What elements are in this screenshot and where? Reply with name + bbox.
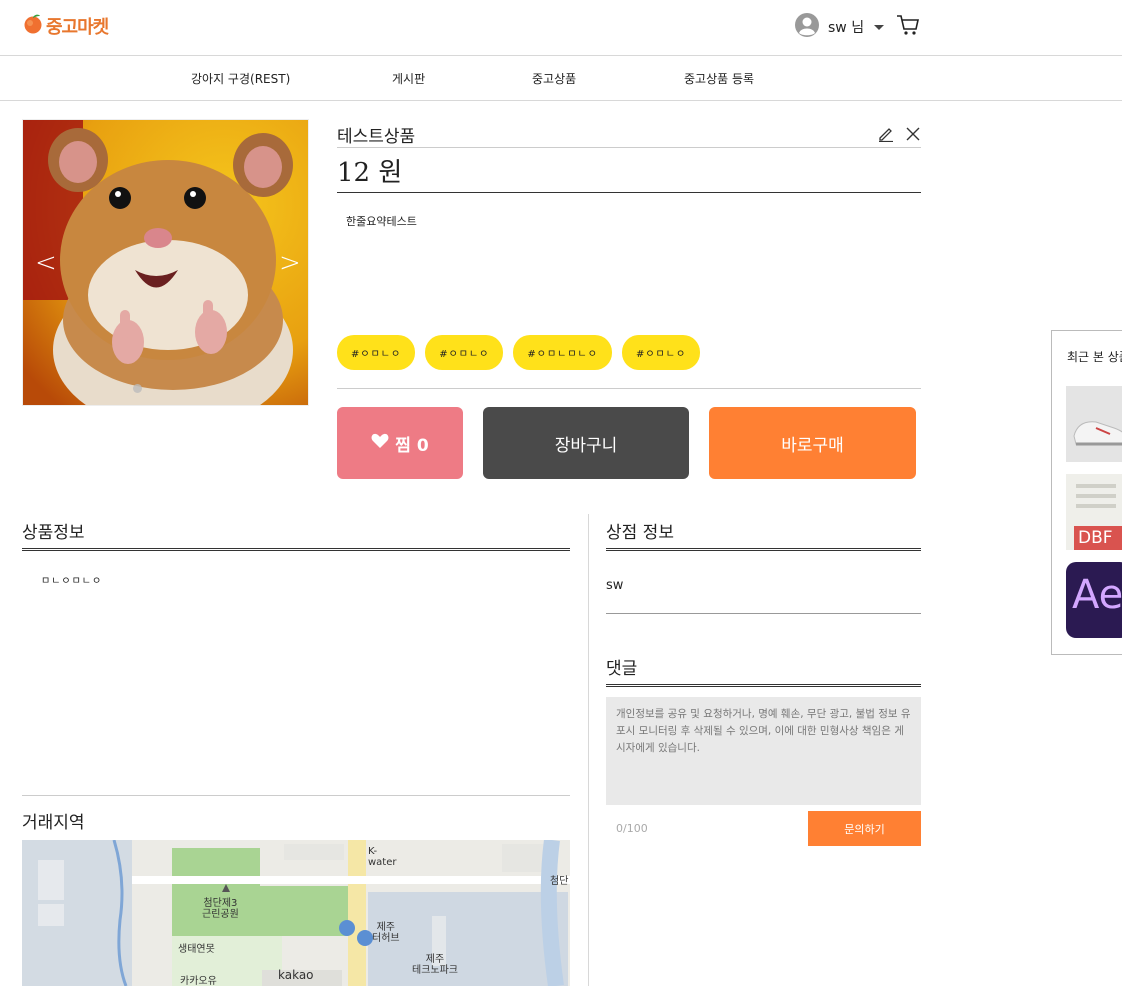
recent-item-thumb[interactable]: Ae — [1066, 562, 1122, 638]
nav-item-register[interactable]: 중고상품 등록 — [684, 70, 754, 87]
divider — [606, 613, 921, 614]
map-label: 제주 터허브 — [372, 922, 400, 944]
user-menu[interactable]: sw 님 — [794, 13, 920, 41]
product-image-carousel[interactable]: < > — [22, 119, 309, 406]
nav-item-used-goods[interactable]: 중고상품 — [532, 70, 576, 87]
main-nav: 강아지 구경(REST) 게시판 중고상품 중고상품 등록 — [0, 56, 1122, 101]
carousel-dots — [23, 384, 308, 393]
nav-item-dogs[interactable]: 강아지 구경(REST) — [191, 70, 290, 87]
column-divider — [588, 514, 589, 986]
divider — [337, 147, 921, 148]
map-background — [22, 840, 570, 986]
store-info-title: 상점 정보 — [606, 523, 674, 543]
nav-item-board[interactable]: 게시판 — [392, 70, 425, 87]
tag-chip[interactable]: #ㅇㅁㄴㅁㄴㅇ — [513, 335, 612, 370]
product-summary: 한줄요약테스트 — [346, 215, 417, 228]
divider — [606, 548, 921, 551]
product-price: 12 원 — [337, 158, 403, 188]
sneaker-icon — [1073, 421, 1122, 446]
tag-list: #ㅇㅁㄴㅇ #ㅇㅁㄴㅇ #ㅇㅁㄴㅁㄴㅇ #ㅇㅁㄴㅇ — [337, 335, 701, 370]
chevron-down-icon[interactable] — [874, 24, 885, 30]
map-label: kakao — [278, 968, 314, 982]
divider — [337, 388, 921, 389]
region-title: 거래지역 — [22, 813, 85, 833]
recent-item-thumb[interactable] — [1066, 386, 1122, 462]
logo-text: 중고마켓 — [46, 17, 109, 38]
header: 중고마켓 sw 님 — [0, 0, 1122, 56]
carousel-next-button[interactable]: > — [279, 248, 301, 278]
carousel-prev-button[interactable]: < — [35, 248, 57, 278]
carousel-dot[interactable] — [132, 384, 142, 393]
logo[interactable]: 중고마켓 — [22, 13, 109, 39]
after-effects-icon: Ae — [1072, 572, 1122, 618]
tag-chip[interactable]: #ㅇㅁㄴㅇ — [621, 335, 701, 370]
product-info-title: 상품정보 — [22, 523, 85, 543]
add-to-cart-button[interactable]: 장바구니 — [483, 407, 689, 479]
divider — [22, 795, 570, 796]
product-info-content: ㅁㄴㅇㅁㄴㅇ — [41, 576, 103, 587]
cart-icon[interactable] — [896, 14, 920, 40]
like-button[interactable]: 찜 0 — [337, 407, 463, 479]
dbf-label: DBF — [1078, 528, 1113, 548]
tag-chip[interactable]: #ㅇㅁㄴㅇ — [425, 335, 504, 370]
comments-title: 댓글 — [606, 659, 638, 679]
comment-char-count: 0/100 — [616, 822, 648, 835]
map-label: 첨단제3 근린공원 — [202, 898, 239, 920]
divider — [337, 192, 921, 193]
comment-input[interactable] — [606, 697, 921, 805]
user-avatar-icon — [794, 12, 820, 42]
divider — [606, 684, 921, 687]
trade-location-map[interactable]: K-water 첨단제3 근린공원 제주 터허브 생태연못 제주 테크노파크 kaka… — [22, 840, 570, 986]
recently-viewed-panel: 최근 본 상품 DBF Ae — [1051, 330, 1122, 655]
recently-viewed-title: 최근 본 상품 — [1067, 350, 1122, 364]
user-name: sw 님 — [828, 20, 865, 36]
store-name[interactable]: sw — [606, 578, 623, 593]
map-label: K-water — [368, 846, 397, 868]
recent-item-thumb[interactable]: DBF — [1066, 474, 1122, 550]
heart-icon — [371, 433, 389, 454]
ask-button[interactable]: 문의하기 — [808, 811, 921, 846]
map-label: 생태연못 — [178, 944, 215, 955]
hamster-image — [23, 120, 308, 405]
edit-icon[interactable] — [877, 125, 895, 143]
map-label: 첨단 — [550, 876, 569, 887]
map-label: 제주 테크노파크 — [412, 954, 458, 976]
delete-icon[interactable] — [904, 125, 922, 143]
divider — [22, 548, 570, 551]
buy-now-button[interactable]: 바로구매 — [709, 407, 916, 479]
product-name: 테스트상품 — [337, 127, 416, 147]
peach-icon — [22, 13, 44, 39]
tag-chip[interactable]: #ㅇㅁㄴㅇ — [337, 335, 416, 370]
like-label: 찜 0 — [395, 435, 429, 456]
map-label: 카카오유 — [180, 976, 217, 986]
